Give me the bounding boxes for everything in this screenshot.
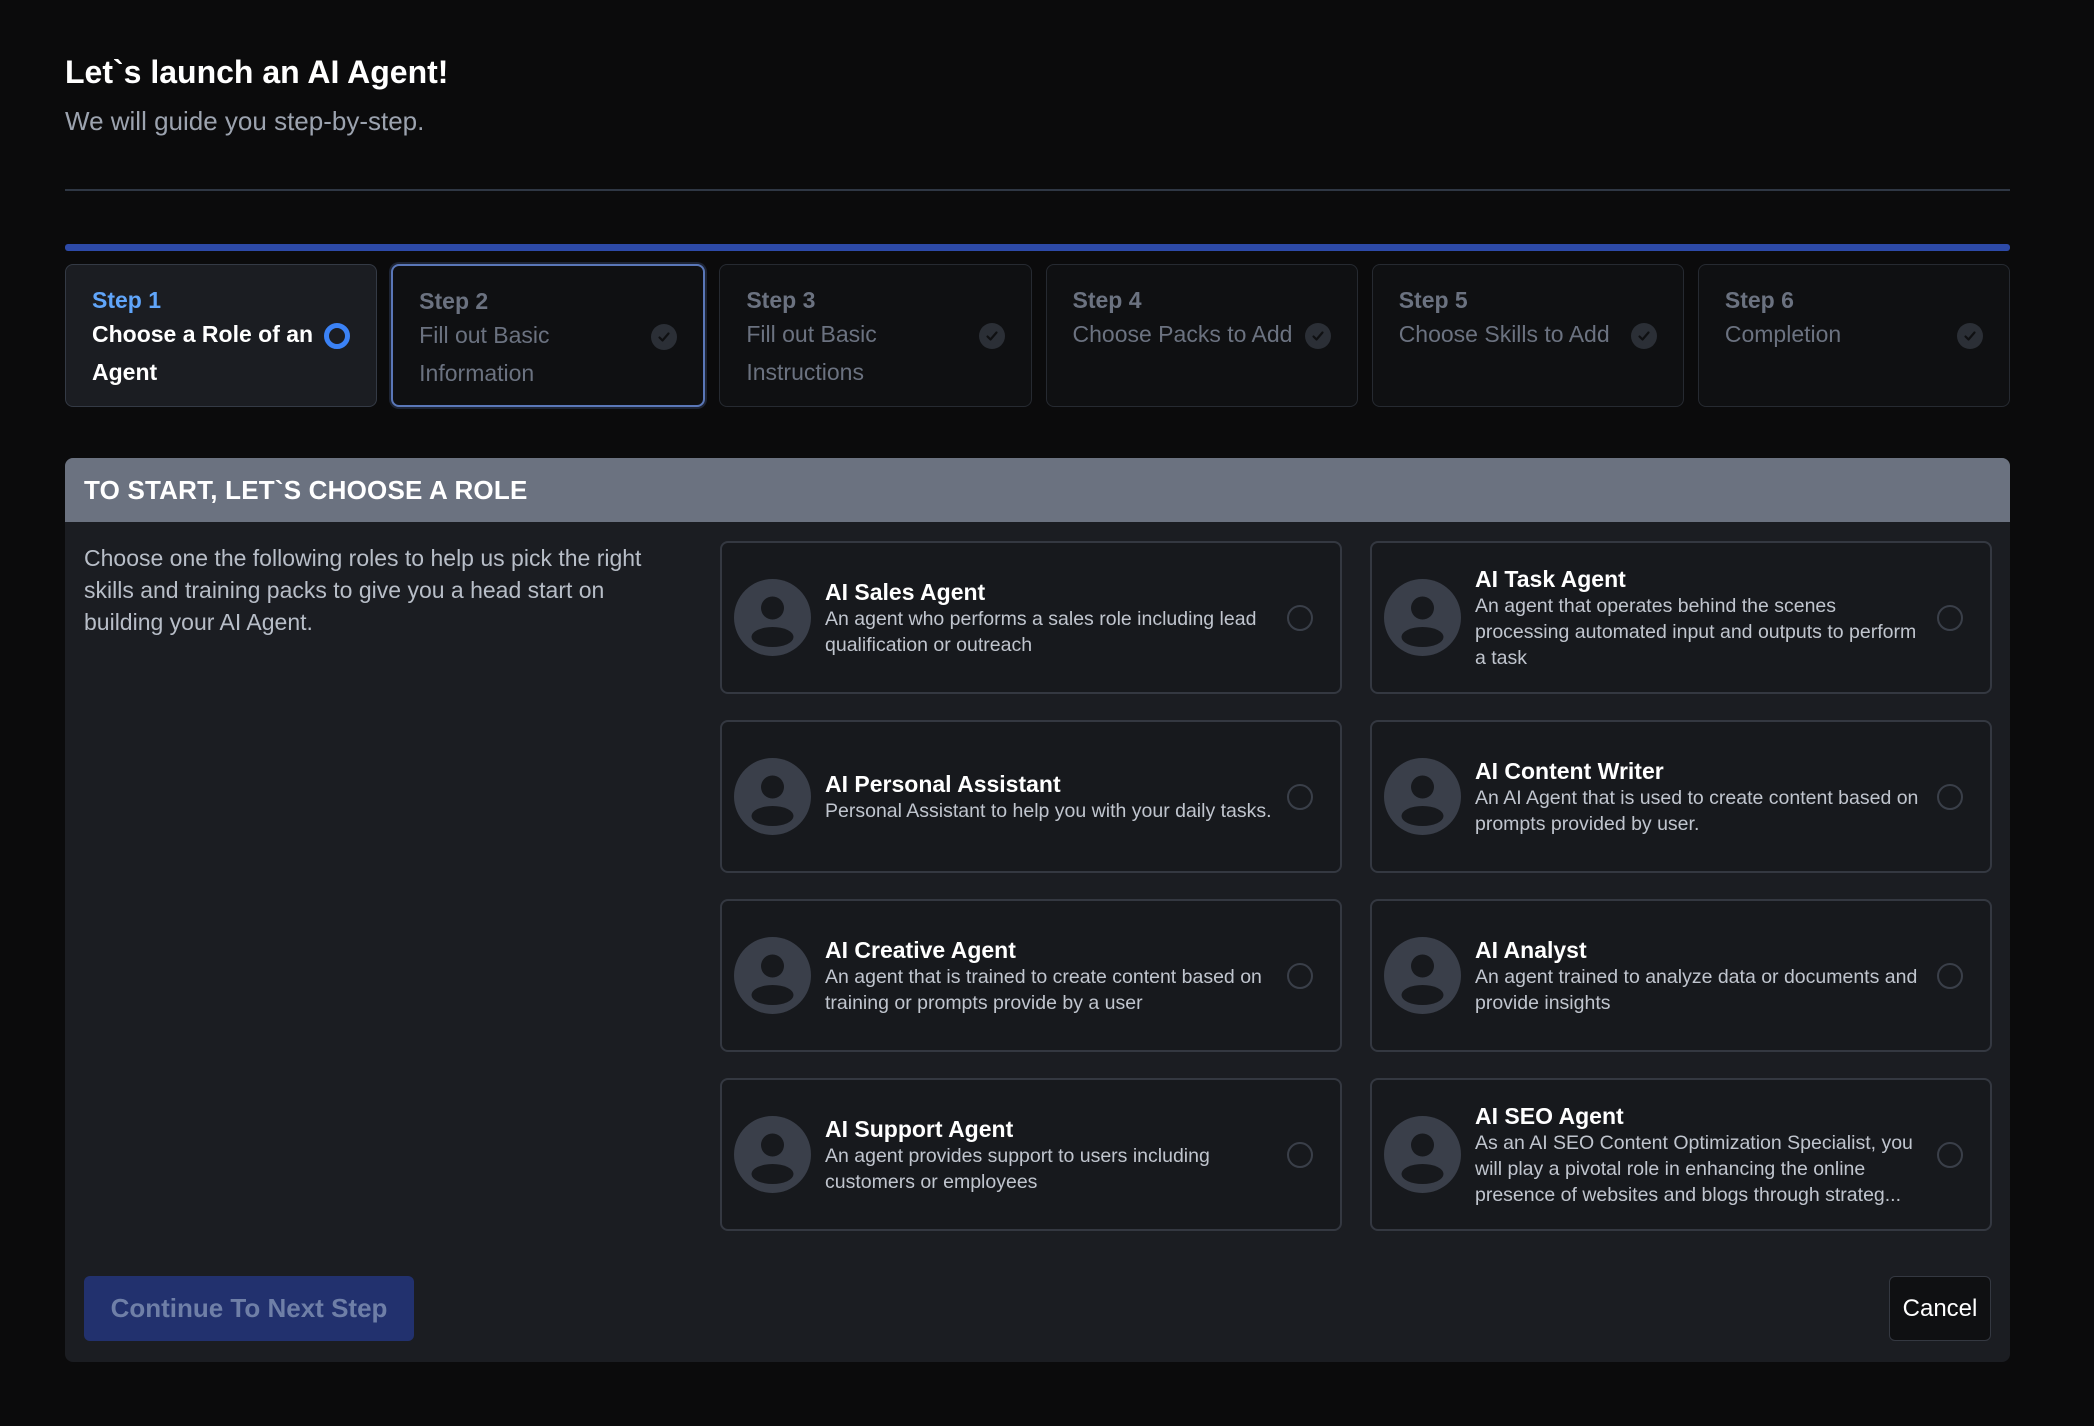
role-radio[interactable] — [1937, 604, 1963, 631]
page-title: Let`s launch an AI Agent! — [65, 54, 449, 90]
role-radio[interactable] — [1287, 783, 1313, 810]
step-number: Step 3 — [746, 287, 816, 313]
check-circle-icon — [651, 324, 678, 350]
role-card-ai-support-agent[interactable]: AI Support Agent An agent provides suppo… — [720, 1078, 1342, 1231]
step-number: Step 1 — [92, 287, 162, 313]
role-description: An AI Agent that is used to create conte… — [1475, 786, 1919, 835]
user-avatar-icon — [734, 758, 811, 835]
cancel-button[interactable]: Cancel — [1889, 1276, 1991, 1341]
role-card-text: AI Content Writer An AI Agent that is us… — [1475, 757, 1930, 837]
role-card-text: AI Analyst An agent trained to analyze d… — [1475, 936, 1930, 1016]
step-4-choose-packs[interactable]: Step 4 Choose Packs to Add — [1045, 264, 1358, 407]
user-avatar-icon — [734, 1116, 811, 1193]
role-card-ai-sales-agent[interactable]: AI Sales Agent An agent who performs a s… — [720, 541, 1342, 694]
role-title: AI SEO Agent — [1475, 1102, 1624, 1129]
role-description: An agent trained to analyze data or docu… — [1475, 965, 1918, 1014]
role-title: AI Task Agent — [1475, 565, 1626, 592]
role-description: An agent that operates behind the scenes… — [1475, 594, 1917, 669]
step-label: Completion — [1724, 321, 1842, 347]
step-number: Step 2 — [419, 288, 489, 314]
role-radio[interactable] — [1937, 962, 1963, 989]
page-subtitle: We will guide you step-by-step. — [65, 106, 425, 136]
step-label: Choose Skills to Add — [1398, 321, 1610, 347]
wizard-progress-bar — [65, 244, 2010, 251]
role-card-ai-personal-assistant[interactable]: AI Personal Assistant Personal Assistant… — [720, 720, 1342, 873]
role-card-text: AI Task Agent An agent that operates beh… — [1475, 565, 1930, 671]
wizard-steps: Step 1 Choose a Role of an Agent Step 2 … — [65, 264, 2011, 407]
step-number: Step 5 — [1398, 287, 1468, 313]
user-avatar-icon — [1384, 937, 1461, 1014]
role-card-text: AI Personal Assistant Personal Assistant… — [825, 770, 1280, 824]
role-title: AI Creative Agent — [825, 936, 1016, 963]
step-1-choose-role[interactable]: Step 1 Choose a Role of an Agent — [65, 264, 378, 407]
check-circle-icon — [1304, 323, 1331, 349]
step-3-basic-instructions[interactable]: Step 3 Fill out Basic Instructions — [719, 264, 1032, 407]
role-radio[interactable] — [1287, 962, 1313, 989]
role-radio[interactable] — [1287, 604, 1313, 631]
role-card-ai-task-agent[interactable]: AI Task Agent An agent that operates beh… — [1370, 541, 1992, 694]
page-header: Let`s launch an AI Agent! We will guide … — [65, 52, 448, 138]
step-2-basic-information[interactable]: Step 2 Fill out Basic Information — [391, 264, 706, 407]
role-title: AI Support Agent — [825, 1115, 1014, 1142]
role-description: As an AI SEO Content Optimization Specia… — [1475, 1131, 1913, 1206]
step-5-choose-skills[interactable]: Step 5 Choose Skills to Add — [1371, 264, 1684, 407]
step-label: Choose a Role of an Agent — [92, 321, 314, 385]
role-card-ai-analyst[interactable]: AI Analyst An agent trained to analyze d… — [1370, 899, 1992, 1052]
check-circle-icon — [978, 323, 1005, 349]
step-6-completion[interactable]: Step 6 Completion — [1697, 264, 2011, 407]
role-card-ai-content-writer[interactable]: AI Content Writer An AI Agent that is us… — [1370, 720, 1992, 873]
user-avatar-icon — [1384, 579, 1461, 656]
choose-role-panel: TO START, LET`S CHOOSE A ROLE Choose one… — [65, 458, 2010, 1362]
step-number: Step 4 — [1072, 287, 1142, 313]
launch-agent-wizard: Let`s launch an AI Agent! We will guide … — [0, 0, 2094, 1426]
role-description: An agent who performs a sales role inclu… — [825, 607, 1257, 656]
role-title: AI Personal Assistant — [825, 770, 1061, 797]
step-label: Fill out Basic Information — [419, 322, 550, 386]
role-radio[interactable] — [1937, 1141, 1963, 1168]
continue-to-next-step-button[interactable]: Continue To Next Step — [84, 1276, 414, 1341]
role-card-ai-seo-agent[interactable]: AI SEO Agent As an AI SEO Content Optimi… — [1370, 1078, 1992, 1231]
step-label: Choose Packs to Add — [1072, 321, 1293, 347]
role-card-text: AI Creative Agent An agent that is train… — [825, 936, 1280, 1016]
user-avatar-icon — [734, 937, 811, 1014]
role-card-text: AI SEO Agent As an AI SEO Content Optimi… — [1475, 1102, 1930, 1208]
role-title: AI Analyst — [1475, 936, 1587, 963]
panel-heading: TO START, LET`S CHOOSE A ROLE — [65, 458, 2010, 522]
header-divider — [65, 189, 2010, 191]
radio-ring-icon — [324, 323, 351, 349]
role-card-text: AI Support Agent An agent provides suppo… — [825, 1115, 1280, 1195]
role-card-ai-creative-agent[interactable]: AI Creative Agent An agent that is train… — [720, 899, 1342, 1052]
role-description: Personal Assistant to help you with your… — [825, 799, 1272, 822]
user-avatar-icon — [1384, 758, 1461, 835]
role-radio[interactable] — [1937, 783, 1963, 810]
role-title: AI Content Writer — [1475, 757, 1664, 784]
check-circle-icon — [1957, 323, 1984, 349]
role-title: AI Sales Agent — [825, 578, 986, 605]
role-radio[interactable] — [1287, 1141, 1313, 1168]
role-card-grid: AI Sales Agent An agent who performs a s… — [720, 541, 1996, 1231]
check-circle-icon — [1630, 323, 1657, 349]
role-description: An agent that is trained to create conte… — [825, 965, 1262, 1014]
step-label: Fill out Basic Instructions — [746, 321, 877, 385]
role-card-text: AI Sales Agent An agent who performs a s… — [825, 578, 1280, 658]
role-description: An agent provides support to users inclu… — [825, 1144, 1210, 1193]
user-avatar-icon — [734, 579, 811, 656]
panel-description: Choose one the following roles to help u… — [84, 545, 642, 635]
step-number: Step 6 — [1724, 287, 1794, 313]
user-avatar-icon — [1384, 1116, 1461, 1193]
